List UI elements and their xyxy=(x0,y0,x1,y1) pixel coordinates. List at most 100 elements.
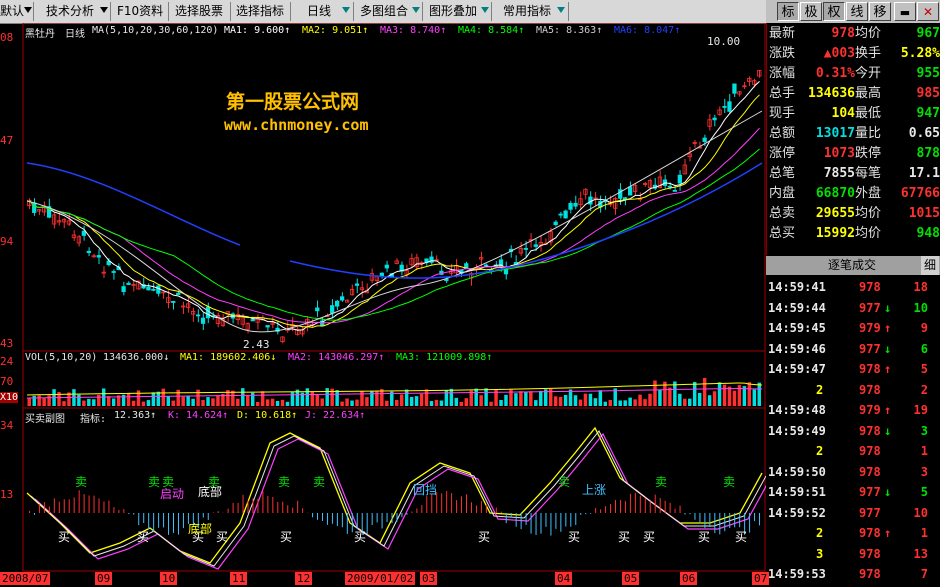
candle-body xyxy=(732,83,737,94)
candle-body xyxy=(483,264,489,267)
menu-technical-analysis[interactable]: 技术分析 xyxy=(46,2,94,21)
chevron-down-icon[interactable] xyxy=(100,7,108,13)
menu-f10[interactable]: F10资料 xyxy=(117,2,163,21)
ma-header: MA(5,10,20,30,60,120) xyxy=(92,25,219,36)
volume-bar xyxy=(553,396,558,406)
quote-row: 涨幅 0.31% 今开 955 xyxy=(767,64,940,84)
signal-label: 买 xyxy=(280,530,293,544)
tick-volume: 5 xyxy=(920,485,928,499)
menu-overlay[interactable]: 图形叠加 xyxy=(429,2,477,21)
chevron-down-icon[interactable] xyxy=(557,7,565,13)
volume-bar xyxy=(539,390,543,406)
tab-move[interactable]: 移 xyxy=(869,2,891,21)
volume-bar xyxy=(32,395,36,406)
tick-volume: 6 xyxy=(920,341,928,356)
volume-bar xyxy=(593,398,598,406)
volume-bar xyxy=(638,394,642,406)
date-label: 03 xyxy=(420,572,438,585)
volume-bar xyxy=(474,388,478,406)
tick-price: 979 xyxy=(859,403,881,417)
ma6-line xyxy=(26,162,241,246)
ma2-line xyxy=(29,94,760,328)
menu-daily-period[interactable]: 日线 xyxy=(307,2,331,21)
ma1-line xyxy=(29,81,760,331)
volume-bar xyxy=(529,391,533,406)
volume-bar xyxy=(534,400,538,406)
vol-y-label: 24 xyxy=(0,355,14,368)
chevron-down-icon[interactable] xyxy=(24,7,32,13)
tick-volume: 1 xyxy=(920,444,928,458)
quote-row: 总卖 29655 均价 1015 xyxy=(767,204,940,224)
quote-value: 17.1 xyxy=(908,166,940,181)
quote-row: 最新 978 均价 967 xyxy=(767,24,940,44)
volume-bar xyxy=(697,392,702,406)
tick-row: 14:59:48 979 ↑ 19 xyxy=(766,400,940,421)
tick-price: 978 xyxy=(859,464,881,479)
volume-bar xyxy=(355,399,359,406)
quote-value: 7855 xyxy=(823,166,855,181)
menu-select-indicator[interactable]: 选择指标 xyxy=(236,2,284,21)
menu-common-indicators[interactable]: 常用指标 xyxy=(503,2,551,21)
y-label: 08 xyxy=(0,31,14,44)
chevron-down-icon[interactable] xyxy=(481,7,489,13)
toolbar-divider xyxy=(230,2,231,21)
volume-bar xyxy=(231,390,235,406)
volume-bar xyxy=(717,382,722,406)
volume-bar xyxy=(325,388,329,406)
quote-value: 134636 xyxy=(808,86,855,101)
candle-body xyxy=(176,292,181,295)
quote-label: 均价 xyxy=(855,226,882,241)
quote-value: 878 xyxy=(916,146,940,161)
volume-bar xyxy=(97,394,101,406)
tab-rights[interactable]: 权 xyxy=(823,2,845,21)
quote-row: 总笔 7855 每笔 17.1 xyxy=(767,164,940,184)
chevron-down-icon[interactable] xyxy=(342,7,350,13)
volume-bar xyxy=(285,401,290,406)
candle-body xyxy=(533,244,538,247)
volume-bar xyxy=(628,397,632,406)
stock-name: 黑牡丹 xyxy=(25,29,55,40)
tab-extreme[interactable]: 极 xyxy=(800,2,822,21)
quote-label: 每笔 xyxy=(855,166,882,181)
indicator-name: 买卖副图 xyxy=(25,414,65,425)
arrow-up-icon: ↑ xyxy=(884,362,892,376)
ma-1-value: MA1: 9.600↑ xyxy=(224,25,291,36)
candle-body xyxy=(727,101,732,112)
quote-value: 955 xyxy=(916,66,940,81)
y-label: 43 xyxy=(0,337,14,350)
quote-label: 总额 xyxy=(769,126,796,141)
menu-multi-chart[interactable]: 多图组合 xyxy=(360,2,408,21)
quote-row: 现手 104 最低 947 xyxy=(767,104,940,124)
close-icon[interactable]: ✕ xyxy=(917,2,939,21)
tick-row: 14:59:44 977 ↓ 10 xyxy=(766,298,940,319)
tick-volume: 10 xyxy=(913,505,928,520)
signal-label: 买 xyxy=(58,530,71,544)
date-label: 05 xyxy=(622,572,640,585)
volume-bar xyxy=(702,377,707,406)
detail-button[interactable]: 细 xyxy=(921,256,939,275)
menu-select-stock[interactable]: 选择股票 xyxy=(175,2,223,21)
quote-value: 0.31% xyxy=(815,66,855,81)
vol-ma-3-value: MA3: 121009.898↑ xyxy=(396,352,493,363)
menu-default[interactable]: 默认 xyxy=(0,2,24,21)
volume-bar xyxy=(668,387,672,406)
candle-body xyxy=(354,283,360,286)
volume-bar xyxy=(275,401,280,406)
minimize-icon[interactable]: ▬ xyxy=(894,2,916,21)
chevron-down-icon[interactable] xyxy=(412,7,420,13)
signal-label: 买 xyxy=(137,530,150,544)
quote-value: 978 xyxy=(831,26,855,41)
volume-bar xyxy=(658,389,662,406)
kline-chart-area[interactable]: 黑牡丹 日线 MA(5,10,20,30,60,120) MA1: 9.600↑… xyxy=(0,23,766,587)
volume-bar xyxy=(692,381,697,406)
signal-label: 卖 xyxy=(558,475,571,489)
tab-line[interactable]: 线 xyxy=(846,2,868,21)
tab-mark[interactable]: 标 xyxy=(777,2,799,21)
vol-value: 134636.000↓ xyxy=(103,352,170,363)
kline-chart-svg[interactable] xyxy=(0,23,766,587)
volume-bar xyxy=(623,400,627,406)
tick-price: 978 xyxy=(859,423,881,438)
quote-value: 1073 xyxy=(823,146,855,161)
volume-bar xyxy=(186,395,190,406)
candle-body xyxy=(86,250,91,254)
